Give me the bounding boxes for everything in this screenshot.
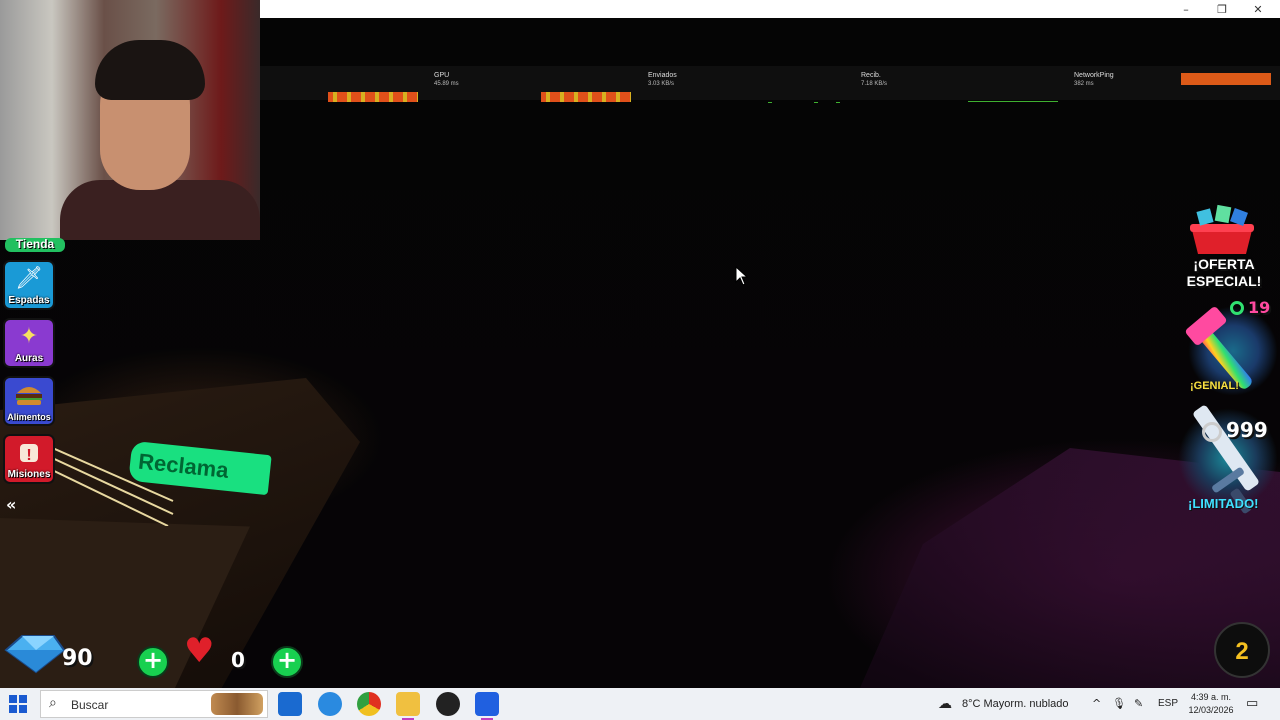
window-titlebar: – ❐ ✕ [260,0,1280,18]
outlook-app-icon[interactable] [318,692,342,716]
webcam-overlay [0,0,260,240]
burger-icon [14,378,44,412]
close-button[interactable]: ✕ [1240,0,1276,18]
webcam-hair [95,40,205,100]
sent-graph [836,102,840,103]
search-highlight-image [211,693,263,715]
auras-button[interactable]: ✦ Auras [3,318,55,368]
notifications-icon[interactable]: ▭ [1246,688,1258,720]
special-offer-label[interactable]: ¡OFERTA ESPECIAL! [1172,256,1276,290]
chevron-double-left-icon: « [6,495,17,514]
plus-icon: + [142,646,164,674]
heart-icon: ♥ [184,631,215,671]
ping-stat: NetworkPing 382 ms [1074,72,1114,87]
lives-value: 0 [231,648,245,672]
recording-app-icon[interactable] [436,692,460,716]
gpu-stat: GPU 45.89 ms [434,72,459,87]
mouse-cursor-icon [735,266,749,286]
sparkle-icon: ✦ [19,324,39,349]
plus-icon: + [276,646,298,674]
chrome-app-icon[interactable] [357,692,381,716]
shop-button[interactable]: Tienda [5,238,65,252]
ping-graph [1181,73,1271,85]
received-graph [968,101,1058,102]
round-counter-badge: 2 [1214,622,1270,678]
search-icon: ⌕ [49,695,57,711]
add-lives-button[interactable]: + [271,646,303,678]
taskbar-search[interactable]: ⌕ Buscar [40,690,268,718]
sent-graph [768,102,772,103]
swords-button[interactable]: 🗡 Espadas [3,260,55,310]
gift-box-icon[interactable] [1186,204,1258,256]
minimize-icon: – [1183,2,1189,16]
deal-sword[interactable]: 999 ¡LIMITADO! [1178,398,1278,522]
close-icon: ✕ [1253,2,1263,16]
restore-button[interactable]: ❐ [1204,0,1240,18]
file-explorer-icon[interactable] [396,692,420,720]
pen-icon[interactable]: ✎ [1134,688,1143,720]
missions-button[interactable]: ! Misiones [3,434,55,484]
taskbar: ⌕ Buscar ☁ 8°C Mayorm. nublado ^ 🎙 ✎ ESP… [0,688,1280,720]
chevron-up-icon[interactable]: ^ [1092,688,1101,720]
windows-start-icon[interactable] [8,694,28,714]
food-button[interactable]: Alimentos [3,376,55,426]
weather-icon[interactable]: ☁ [938,688,952,720]
sent-graph [814,102,818,103]
clock[interactable]: 4:39 a. m. 12/03/2026 [1186,691,1236,717]
roblox-app-icon[interactable] [475,692,499,720]
frame-graph [328,92,418,102]
scroll-icon: ! [16,436,42,469]
store-app-icon[interactable] [278,692,302,716]
minimize-button[interactable]: – [1168,0,1204,18]
received-stat: Recib. 7.18 KB/s [861,72,888,87]
webcam-person [60,180,260,240]
microphone-icon[interactable]: 🎙 [1112,688,1126,720]
gems-icon [4,635,66,674]
language-indicator[interactable]: ESP [1158,688,1178,720]
svg-text:!: ! [26,447,31,464]
sword-icon: 🗡 [15,266,43,291]
sent-stat: Enviados 3.03 KB/s [648,72,677,87]
deal-hammer[interactable]: 19 ¡GENIAL! [1178,298,1278,398]
gpu-graph [541,92,631,102]
collapse-sidebar-button[interactable]: « [6,496,28,514]
weather-status[interactable]: 8°C Mayorm. nublado [962,688,1069,720]
robux-icon [1230,301,1244,315]
robux-icon [1202,422,1222,442]
restore-icon: ❐ [1217,2,1227,16]
add-gems-button[interactable]: + [137,646,169,678]
performance-stats-bar: GPU 45.89 ms Enviados 3.03 KB/s Recib. 7… [260,66,1280,103]
gems-value: 90 [62,646,93,671]
